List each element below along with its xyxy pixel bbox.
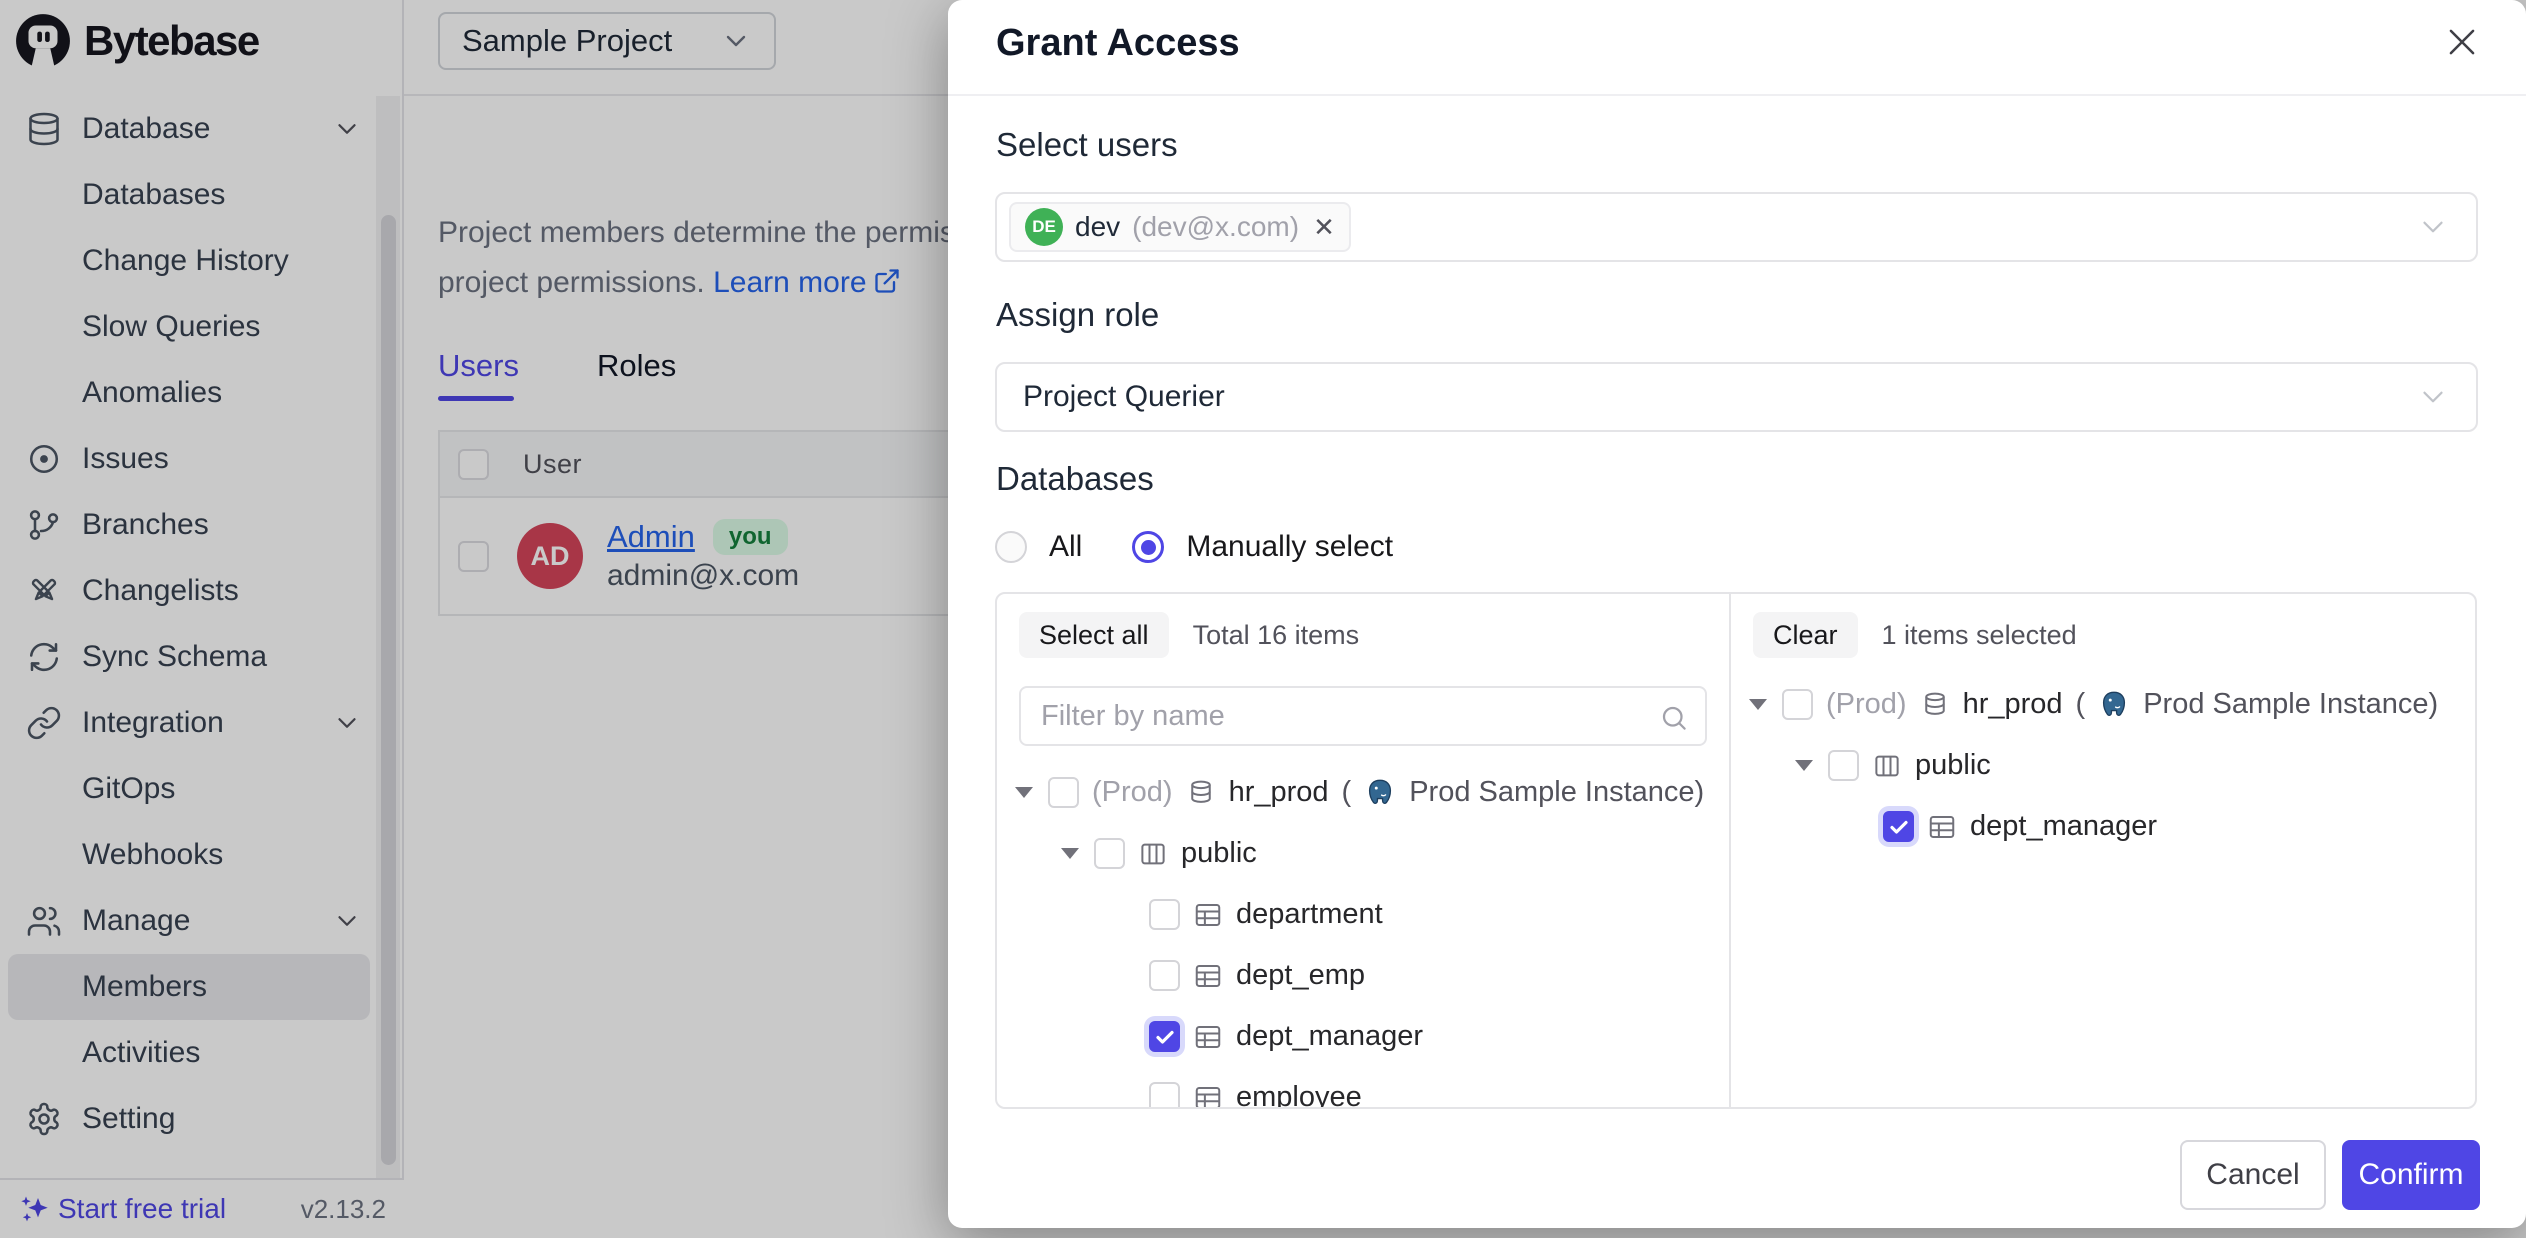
database-scope-radios: All Manually select bbox=[995, 524, 1393, 570]
checkbox-checked[interactable] bbox=[1883, 811, 1914, 842]
chip-user-name: dev bbox=[1075, 211, 1120, 243]
select-users-label: Select users bbox=[996, 126, 1178, 164]
database-name: hr_prod bbox=[1229, 776, 1329, 809]
chevron-down-icon bbox=[2416, 210, 2450, 244]
caret-down-icon[interactable] bbox=[1793, 760, 1815, 771]
table-name: dept_emp bbox=[1236, 959, 1365, 992]
assign-role-label: Assign role bbox=[996, 296, 1159, 334]
selected-count-label: 1 items selected bbox=[1882, 620, 2077, 651]
total-items-label: Total 16 items bbox=[1193, 620, 1360, 651]
picker-source-pane: Select all Total 16 items (Prod) bbox=[997, 594, 1731, 1107]
grant-access-modal: Grant Access Select users DE dev (dev@x.… bbox=[948, 0, 2526, 1228]
schema-columns-icon bbox=[1872, 751, 1902, 781]
table-grid-icon bbox=[1193, 1083, 1223, 1108]
caret-down-icon[interactable] bbox=[1013, 787, 1035, 798]
table-name: department bbox=[1236, 898, 1383, 931]
tree-row-instance[interactable]: (Prod) hr_prod ( Prod Sample Instance) bbox=[1731, 674, 2475, 735]
radio-all-label: All bbox=[1049, 530, 1082, 564]
tree-row-table[interactable]: department bbox=[997, 884, 1729, 945]
caret-down-icon[interactable] bbox=[1747, 699, 1769, 710]
postgres-elephant-icon bbox=[1364, 777, 1396, 809]
schema-name: public bbox=[1915, 749, 1991, 782]
app-window: Bytebase Database Databases Change Histo… bbox=[0, 0, 2526, 1238]
assign-role-value: Project Querier bbox=[1023, 380, 1225, 414]
modal-header-divider bbox=[948, 94, 2526, 96]
search-icon bbox=[1659, 703, 1689, 733]
radio-circle[interactable] bbox=[995, 531, 1027, 563]
schema-name: public bbox=[1181, 837, 1257, 870]
table-grid-icon bbox=[1193, 900, 1223, 930]
filter-field bbox=[1019, 686, 1707, 746]
tree-row-table[interactable]: employee bbox=[997, 1067, 1729, 1107]
table-grid-icon bbox=[1927, 812, 1957, 842]
remove-user-icon[interactable]: ✕ bbox=[1313, 212, 1335, 243]
tree-row-table[interactable]: dept_emp bbox=[997, 945, 1729, 1006]
checkbox[interactable] bbox=[1149, 1082, 1180, 1107]
assign-role-select[interactable]: Project Querier bbox=[995, 362, 2478, 432]
tree-row-table-selected[interactable]: dept_manager bbox=[997, 1006, 1729, 1067]
tree-row-table-selected[interactable]: dept_manager bbox=[1731, 796, 2475, 857]
schema-columns-icon bbox=[1138, 839, 1168, 869]
tree-row-schema[interactable]: public bbox=[1731, 735, 2475, 796]
cancel-button[interactable]: Cancel bbox=[2180, 1140, 2326, 1210]
checkbox-checked[interactable] bbox=[1149, 1021, 1180, 1052]
confirm-button[interactable]: Confirm bbox=[2342, 1140, 2480, 1210]
select-users-input[interactable]: DE dev (dev@x.com) ✕ bbox=[995, 192, 2478, 262]
radio-manual-label: Manually select bbox=[1186, 530, 1393, 564]
paren: ( bbox=[2076, 688, 2086, 721]
checkbox[interactable] bbox=[1048, 777, 1079, 808]
table-name: employee bbox=[1236, 1081, 1362, 1107]
filter-input[interactable] bbox=[1021, 688, 1705, 744]
modal-title: Grant Access bbox=[996, 22, 1240, 65]
radio-manually-select[interactable]: Manually select bbox=[1132, 530, 1393, 564]
env-label: (Prod) bbox=[1092, 776, 1173, 809]
checkbox[interactable] bbox=[1094, 838, 1125, 869]
table-name: dept_manager bbox=[1970, 810, 2157, 843]
checkbox[interactable] bbox=[1149, 960, 1180, 991]
tree-row-schema[interactable]: public bbox=[997, 823, 1729, 884]
database-name: hr_prod bbox=[1963, 688, 2063, 721]
databases-label: Databases bbox=[996, 460, 1154, 498]
paren: ( bbox=[1342, 776, 1352, 809]
radio-circle-selected[interactable] bbox=[1132, 531, 1164, 563]
db-cylinder-icon bbox=[1186, 778, 1216, 808]
db-cylinder-icon bbox=[1920, 690, 1950, 720]
table-name: dept_manager bbox=[1236, 1020, 1423, 1053]
table-grid-icon bbox=[1193, 1022, 1223, 1052]
source-tree: (Prod) hr_prod ( Prod Sample Instance) bbox=[997, 762, 1729, 1107]
caret-down-icon[interactable] bbox=[1059, 848, 1081, 859]
picker-selected-pane: Clear 1 items selected (Prod) hr_prod ( bbox=[1731, 594, 2475, 1107]
tree-row-instance[interactable]: (Prod) hr_prod ( Prod Sample Instance) bbox=[997, 762, 1729, 823]
radio-all[interactable]: All bbox=[995, 530, 1082, 564]
select-all-button[interactable]: Select all bbox=[1019, 612, 1169, 658]
env-label: (Prod) bbox=[1826, 688, 1907, 721]
postgres-elephant-icon bbox=[2098, 689, 2130, 721]
table-grid-icon bbox=[1193, 961, 1223, 991]
instance-name: Prod Sample Instance) bbox=[1409, 776, 1704, 809]
checkbox[interactable] bbox=[1782, 689, 1813, 720]
database-transfer-picker: Select all Total 16 items (Prod) bbox=[995, 592, 2477, 1109]
close-icon[interactable] bbox=[2442, 22, 2482, 62]
selected-tree: (Prod) hr_prod ( Prod Sample Instance) bbox=[1731, 674, 2475, 857]
chevron-down-icon bbox=[2416, 380, 2450, 414]
instance-name: Prod Sample Instance) bbox=[2143, 688, 2438, 721]
checkbox[interactable] bbox=[1149, 899, 1180, 930]
clear-button[interactable]: Clear bbox=[1753, 612, 1858, 658]
checkbox[interactable] bbox=[1828, 750, 1859, 781]
selected-user-chip: DE dev (dev@x.com) ✕ bbox=[1009, 202, 1351, 252]
chip-user-email: (dev@x.com) bbox=[1132, 211, 1299, 243]
avatar: DE bbox=[1025, 208, 1063, 246]
